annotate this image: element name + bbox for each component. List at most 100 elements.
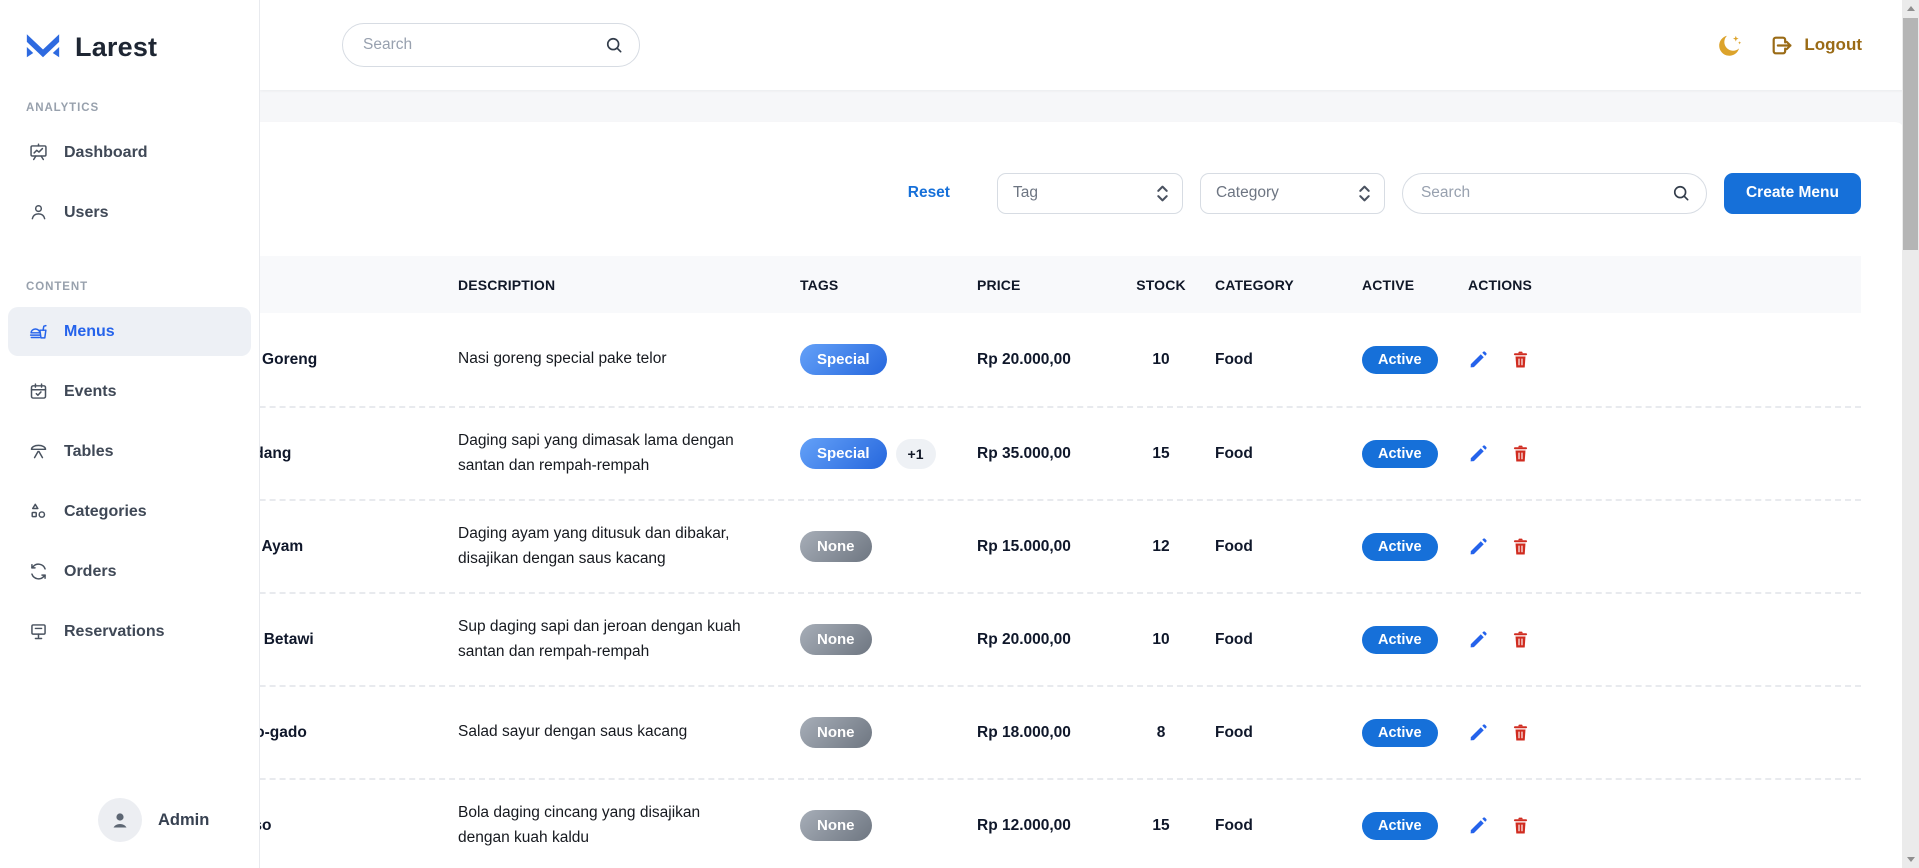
tag-badge: Special [800,438,887,469]
user-name: Admin [158,811,209,830]
calendar-icon [28,381,49,402]
delete-button[interactable] [1510,536,1531,557]
pencil-icon [1468,443,1489,464]
menu-price: Rp 35.000,00 [962,445,1107,463]
menu-table-body: Nasi Goreng Nasi goreng special pake tel… [130,313,1861,868]
logout-button[interactable]: Logout [1769,33,1862,58]
refresh-icon [28,561,49,582]
tag-filter-select[interactable]: Tag [997,173,1183,214]
menu-description: Daging sapi yang dimasak lama dengan san… [443,429,785,477]
tag-badge: None [800,810,872,841]
tag-badge: None [800,717,872,748]
brand: Larest [0,0,259,64]
tag-badge: None [800,624,872,655]
chevron-up-down-icon [1156,184,1169,203]
avatar [98,798,142,842]
column-header-actions: ACTIONS [1453,277,1861,293]
sidebar-item-label: Menus [64,323,115,341]
sidebar-item-orders[interactable]: Orders [8,547,251,596]
table-row: Rendang Daging sapi yang dimasak lama de… [130,406,1861,499]
pencil-icon [1468,349,1489,370]
category-filter-select[interactable]: Category [1200,173,1385,214]
search-icon [604,35,624,55]
tag-badge: +1 [896,439,936,469]
delete-button[interactable] [1510,629,1531,650]
edit-button[interactable] [1468,815,1489,836]
scrollbar-up-arrow[interactable] [1902,0,1919,17]
active-badge[interactable]: Active [1362,812,1438,840]
edit-button[interactable] [1468,349,1489,370]
table-icon [28,441,49,462]
delete-button[interactable] [1510,349,1531,370]
search-icon [1671,183,1691,203]
delete-button[interactable] [1510,815,1531,836]
menu-price: Rp 15.000,00 [962,538,1107,556]
menu-description: Bola daging cincang yang disajikan denga… [443,801,785,849]
sidebar: Larest ANALYTICS Dashboard Users CONTENT… [0,0,260,868]
dark-mode-toggle[interactable] [1716,32,1743,59]
edit-button[interactable] [1468,536,1489,557]
sidebar-item-label: Tables [64,443,114,461]
menu-stock: 15 [1107,445,1200,463]
tag-badge: Special [800,344,887,375]
window-scrollbar[interactable] [1902,0,1919,868]
delete-button[interactable] [1510,722,1531,743]
edit-button[interactable] [1468,722,1489,743]
menu-tags: Special +1 [785,438,962,469]
menu-description: Salad sayur dengan saus kacang [443,720,785,744]
active-badge[interactable]: Active [1362,440,1438,468]
menu-search-input[interactable] [1402,173,1707,214]
menu-category: Food [1200,538,1347,556]
menu-price: Rp 20.000,00 [962,631,1107,649]
sidebar-user[interactable]: Admin [98,798,209,842]
edit-button[interactable] [1468,629,1489,650]
column-header-tags: TAGS [785,277,962,293]
global-search-input[interactable] [342,23,640,67]
sidebar-item-label: Users [64,204,108,222]
menu-stock: 10 [1107,631,1200,649]
column-header-stock: STOCK [1107,277,1200,293]
trash-icon [1510,629,1531,650]
scrollbar-thumb[interactable] [1903,18,1918,250]
tag-badge: None [800,531,872,562]
reset-button[interactable]: Reset [908,184,950,202]
section-label-analytics: ANALYTICS [26,102,259,114]
active-badge[interactable]: Active [1362,346,1438,374]
sidebar-item-label: Categories [64,503,147,521]
topbar: Logout [260,0,1919,90]
menu-table: NAME DESCRIPTION TAGS PRICE STOCK CATEGO… [130,256,1861,868]
active-badge[interactable]: Active [1362,533,1438,561]
sidebar-item-tables[interactable]: Tables [8,427,251,476]
sidebar-item-categories[interactable]: Categories [8,487,251,536]
table-header: NAME DESCRIPTION TAGS PRICE STOCK CATEGO… [130,256,1861,313]
menu-category: Food [1200,351,1347,369]
pencil-icon [1468,815,1489,836]
trash-icon [1510,722,1531,743]
delete-button[interactable] [1510,443,1531,464]
create-menu-button[interactable]: Create Menu [1724,173,1861,214]
menu-stock: 10 [1107,351,1200,369]
menu-stock: 12 [1107,538,1200,556]
sidebar-item-reservations[interactable]: Reservations [8,607,251,656]
menu-category: Food [1200,631,1347,649]
trash-icon [1510,815,1531,836]
sidebar-item-users[interactable]: Users [8,188,251,237]
active-badge[interactable]: Active [1362,719,1438,747]
sidebar-item-menus[interactable]: Menus [8,307,251,356]
active-badge[interactable]: Active [1362,626,1438,654]
brand-name: Larest [75,32,157,63]
pencil-icon [1468,629,1489,650]
menu-tags: None [785,531,962,562]
menu-tags: None [785,810,962,841]
logout-label: Logout [1804,35,1862,55]
scrollbar-down-arrow[interactable] [1902,851,1919,868]
menu-description: Daging ayam yang ditusuk dan dibakar, di… [443,522,785,570]
menu-card: Menu List of all menu Reset Tag Category [86,122,1905,868]
sidebar-item-dashboard[interactable]: Dashboard [8,128,251,177]
tag-filter-value: Tag [1013,184,1038,202]
edit-button[interactable] [1468,443,1489,464]
chevron-up-down-icon [1358,184,1371,203]
column-header-active: ACTIVE [1347,277,1453,293]
sidebar-item-events[interactable]: Events [8,367,251,416]
dashboard-icon [28,142,49,163]
